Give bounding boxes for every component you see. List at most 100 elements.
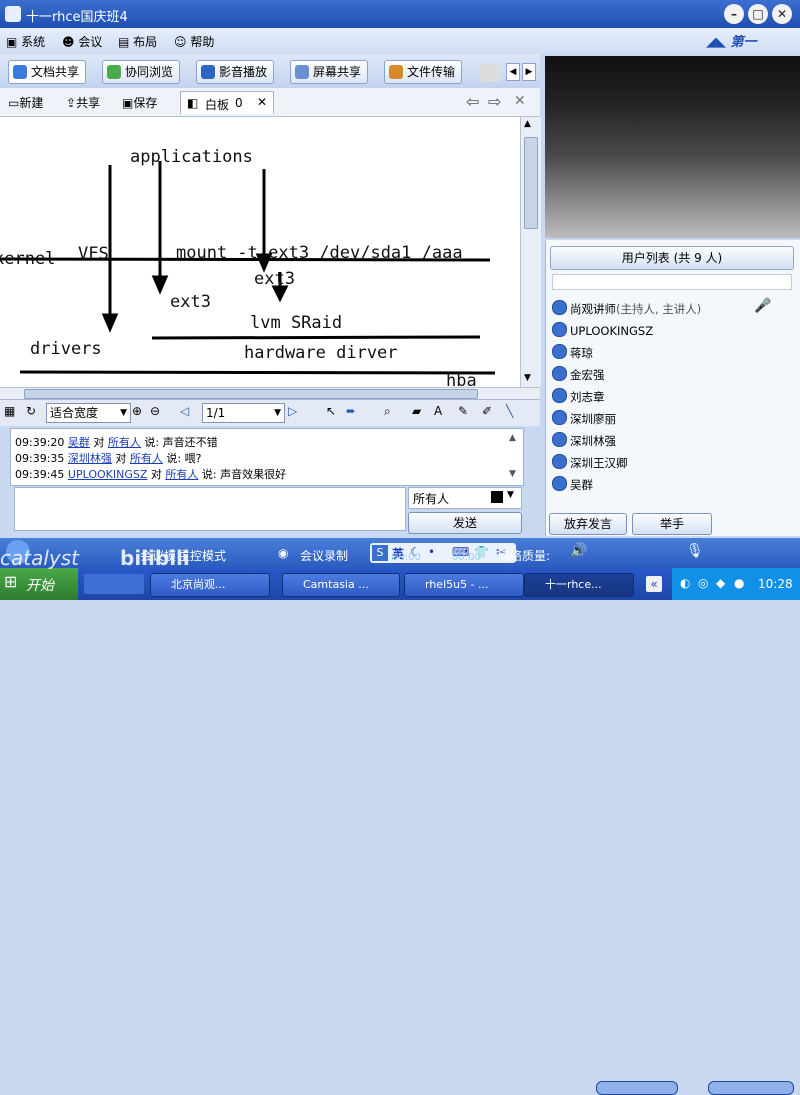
tab-whiteboard[interactable]: ◧ 白板 0 ✕: [180, 91, 274, 114]
tray-icon-4[interactable]: ●: [734, 576, 744, 590]
tab-media-play[interactable]: 影音播放: [196, 60, 275, 84]
meeting-record-label: 会议录制: [300, 549, 349, 563]
taskbar-item[interactable]: rhel5u5 - ...: [404, 573, 524, 597]
menu-meeting[interactable]: ☻ 会议: [62, 33, 102, 50]
tabs-scroll-left-button[interactable]: ◀: [506, 63, 520, 81]
prev-page-icon[interactable]: ◁: [180, 404, 189, 418]
tab-label: 文档共享: [31, 65, 80, 79]
taskbar-overflow-icon[interactable]: «: [646, 576, 662, 592]
tab-screen-share[interactable]: 屏幕共享: [290, 60, 369, 84]
share-button[interactable]: ⇪共享: [66, 94, 100, 111]
whiteboard-tools: ▦ ↻ 适合宽度 ▼ ⊕ ⊖ ◁ 1/1 ▼ ▷ ↖ ➨ ⌕ ▰ A ✎ ✐ ╲: [0, 399, 540, 426]
text-color-swatch[interactable]: [491, 491, 503, 503]
whiteboard-icon: ◧: [187, 96, 199, 110]
chat-target[interactable]: 所有人: [130, 452, 163, 465]
microphone-volume-slider[interactable]: [708, 1081, 794, 1095]
taskbar-item[interactable]: 北京尚观...: [150, 573, 270, 597]
tray-icon-2[interactable]: ◎: [698, 576, 708, 590]
rotate-icon[interactable]: ↻: [26, 404, 36, 418]
scroll-down-icon[interactable]: ▼: [524, 373, 531, 383]
user-item[interactable]: 深圳廖丽: [552, 410, 616, 427]
chat-scroll-up-icon[interactable]: ▲: [509, 433, 516, 443]
arrow-tool-icon[interactable]: ➨: [346, 404, 356, 418]
chat-input[interactable]: [14, 487, 406, 531]
pen-icon[interactable]: ✎: [458, 404, 468, 418]
menu-system[interactable]: ▣ 系统: [6, 33, 45, 50]
hscroll-thumb[interactable]: [24, 389, 478, 399]
zoom-out-icon[interactable]: ⊖: [150, 404, 160, 418]
start-button[interactable]: ⊞ 开始: [0, 568, 78, 600]
tray-icon-1[interactable]: ◐: [680, 576, 690, 590]
user-item[interactable]: 吴群: [552, 476, 593, 493]
close-doc-icon[interactable]: ✕: [514, 93, 526, 109]
microphone-status-icon[interactable]: 🎙: [686, 543, 704, 559]
document-toolbar: ▭新建 ⇪共享 ▣保存 ◧ 白板 0 ✕ ⇦ ⇨ ✕: [0, 88, 540, 117]
close-button[interactable]: ✕: [772, 4, 792, 24]
eraser-icon[interactable]: ▰: [412, 404, 421, 418]
chat-to-word: 对: [150, 468, 162, 481]
user-item[interactable]: 深圳王汉卿: [552, 454, 628, 471]
microphone-icon[interactable]: 🎤: [754, 298, 771, 314]
user-item[interactable]: 深圳林强: [552, 432, 616, 449]
speaker-volume-slider[interactable]: [596, 1081, 678, 1095]
new-button[interactable]: ▭新建: [8, 94, 43, 111]
chat-text: 喂?: [184, 452, 202, 465]
record-time-end: 00:00: [452, 552, 481, 563]
label-kernel: kernel: [0, 249, 56, 269]
user-item[interactable]: 尚观讲师(主持人, 主讲人): [552, 300, 701, 317]
save-button[interactable]: ▣保存: [122, 94, 157, 111]
chat-sender[interactable]: 吴群: [68, 436, 90, 449]
chat-target[interactable]: 所有人: [165, 468, 198, 481]
zoom-select[interactable]: 适合宽度 ▼: [46, 403, 131, 423]
whiteboard-canvas[interactable]: applications kernel VFS mount -t ext3 /d…: [0, 117, 520, 387]
line-tool-icon[interactable]: ╲: [506, 404, 513, 418]
user-item[interactable]: UPLOOKINGSZ: [552, 322, 653, 338]
chat-sender[interactable]: UPLOOKINGSZ: [68, 468, 147, 481]
text-tool-icon[interactable]: A: [434, 404, 442, 418]
label-drivers: drivers: [30, 339, 102, 359]
minimize-button[interactable]: –: [724, 4, 744, 24]
pointer-icon[interactable]: ↖: [326, 404, 336, 418]
record-icon[interactable]: ◉: [278, 546, 288, 560]
raise-hand-button[interactable]: 举手: [632, 513, 712, 535]
forward-arrow-icon[interactable]: ⇨: [488, 92, 501, 111]
menu-layout[interactable]: ▤ 布局: [118, 33, 157, 50]
menu-help[interactable]: ☺ 帮助: [174, 33, 214, 50]
arrow-head-drivers: [101, 313, 119, 333]
fit-page-icon[interactable]: ▦: [4, 404, 15, 418]
user-item[interactable]: 刘志章: [552, 388, 605, 405]
scroll-thumb[interactable]: [524, 137, 538, 229]
maximize-button[interactable]: □: [748, 4, 768, 24]
chat-target[interactable]: 所有人: [108, 436, 141, 449]
page-select[interactable]: 1/1 ▼: [202, 403, 285, 423]
magnifier-icon[interactable]: ⌕: [384, 404, 391, 419]
chat-log[interactable]: 09:39:20 吴群 对 所有人 说: 声音还不错 09:39:35 深圳林强…: [10, 428, 524, 486]
recipient-select[interactable]: 所有人 ▼: [408, 487, 522, 509]
tabs-scroll-right-button[interactable]: ▶: [522, 63, 536, 81]
tab-co-browse[interactable]: 协同浏览: [102, 60, 181, 84]
whiteboard-vertical-scrollbar[interactable]: ▲ ▼: [520, 117, 541, 387]
ime-dot-icon[interactable]: •: [428, 545, 435, 559]
speaker-icon[interactable]: 🔊: [570, 543, 587, 559]
user-search-field[interactable]: [552, 274, 792, 290]
user-item[interactable]: 金宏强: [552, 366, 605, 383]
send-button[interactable]: 发送: [408, 512, 522, 534]
scroll-up-icon[interactable]: ▲: [524, 119, 531, 129]
give-up-speaking-button[interactable]: 放弃发言: [549, 513, 627, 535]
taskbar-item[interactable]: Camtasia ...: [282, 573, 400, 597]
next-page-icon[interactable]: ▷: [288, 404, 297, 418]
user-name: 深圳王汉卿: [570, 456, 628, 470]
tray-icon-3[interactable]: ◆: [716, 576, 725, 590]
taskbar-item-active[interactable]: 十一rhce...: [524, 573, 634, 597]
chat-scroll-down-icon[interactable]: ▼: [509, 469, 516, 479]
marker-icon[interactable]: ✐: [482, 404, 492, 418]
menu-help-label: 帮助: [190, 35, 215, 49]
close-tab-icon[interactable]: ✕: [257, 95, 267, 109]
chat-sender[interactable]: 深圳林强: [68, 452, 112, 465]
tab-document-share[interactable]: 文档共享: [8, 60, 87, 84]
tab-file-transfer[interactable]: 文件传输: [384, 60, 463, 84]
zoom-in-icon[interactable]: ⊕: [132, 404, 142, 418]
user-item[interactable]: 蒋琼: [552, 344, 593, 361]
screen-icon: [295, 65, 309, 79]
back-arrow-icon[interactable]: ⇦: [466, 92, 479, 111]
